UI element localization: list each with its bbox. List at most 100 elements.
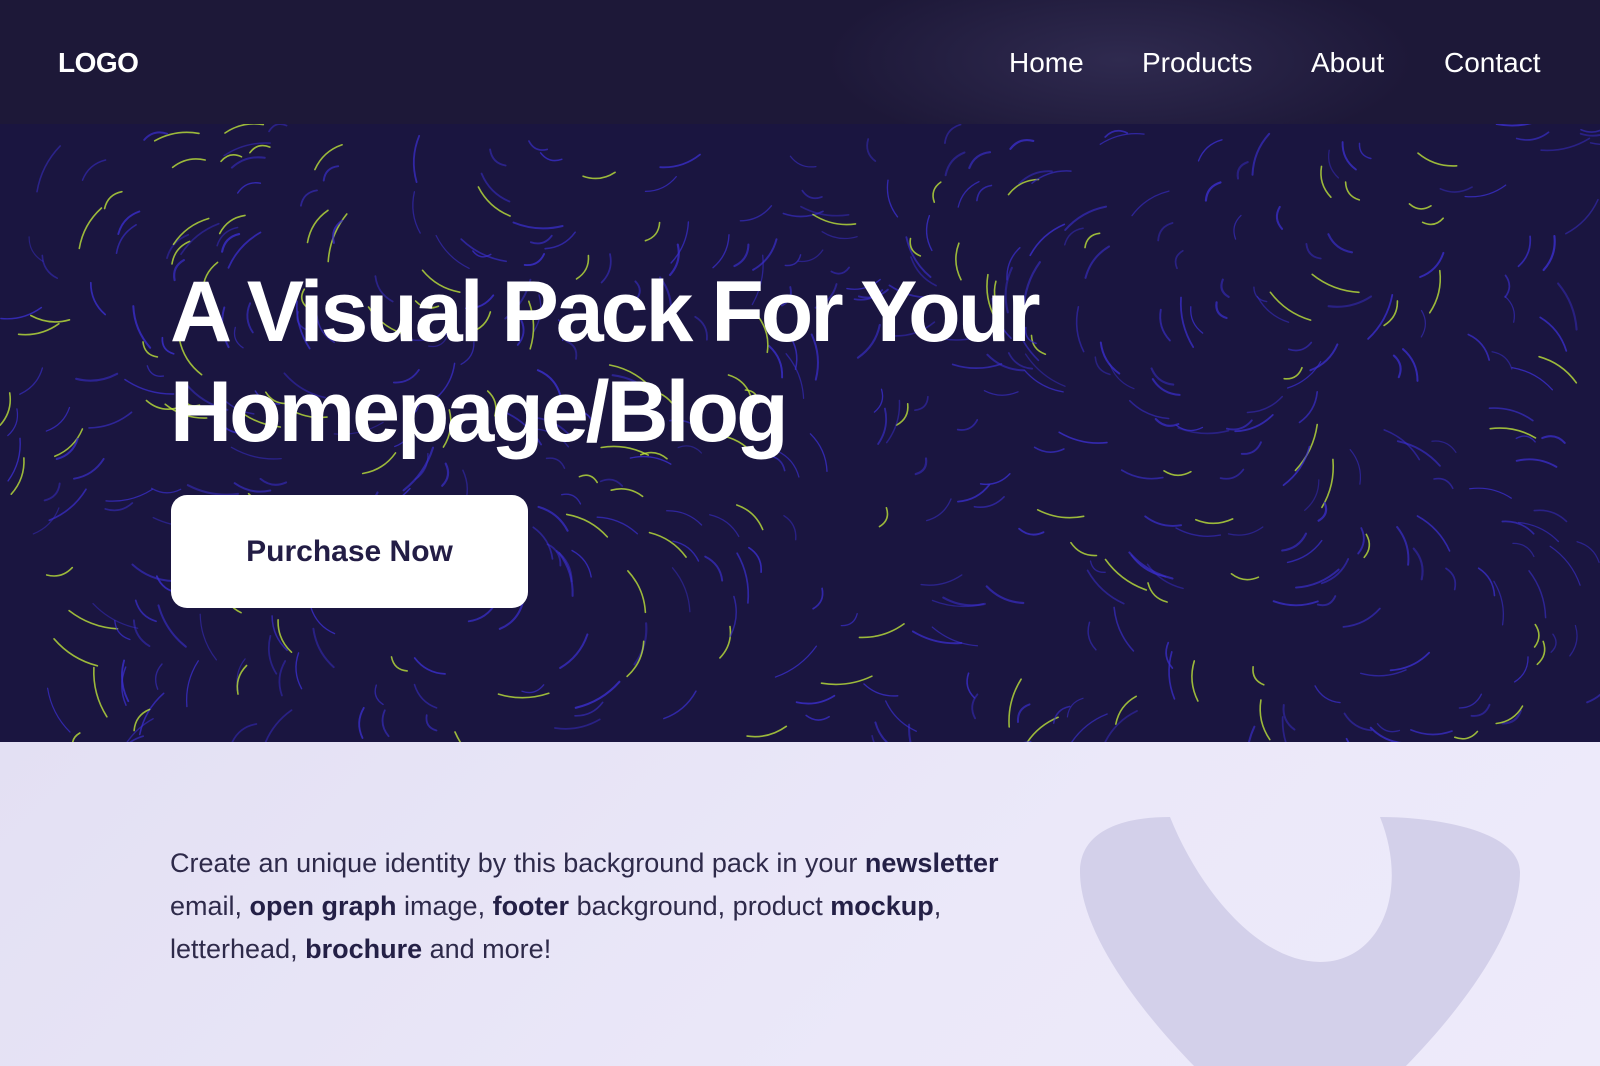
swirl-stroke [268, 124, 288, 133]
swirl-stroke [1275, 205, 1284, 230]
swirl-stroke [812, 587, 824, 610]
purchase-now-button[interactable]: Purchase Now [171, 495, 528, 608]
swirl-stroke [497, 692, 550, 699]
swirl-stroke [230, 156, 266, 169]
nav-products-link[interactable]: Products [1142, 45, 1253, 81]
swirl-stroke [1071, 713, 1108, 742]
swirl-stroke [1151, 378, 1181, 396]
swirl-stroke [801, 189, 823, 200]
swirl-stroke [132, 619, 151, 648]
swirl-stroke [78, 207, 103, 250]
swirl-stroke [460, 238, 508, 263]
swirl-stroke [736, 504, 764, 531]
hero-title: A Visual Pack For Your Homepage/Blog [170, 262, 1070, 462]
swirl-stroke [1343, 712, 1373, 732]
swirl-stroke [840, 613, 858, 627]
swirl-stroke [789, 155, 817, 168]
swirl-stroke [1179, 296, 1195, 348]
swirl-stroke [1327, 295, 1373, 308]
swirl-stroke [1344, 181, 1361, 201]
swirl-stroke [1439, 186, 1473, 193]
swirl-stroke [1533, 509, 1568, 523]
swirl-stroke [28, 236, 44, 262]
swirl-stroke [19, 367, 44, 395]
swirl-stroke [537, 505, 569, 532]
swirl-stroke [153, 131, 200, 142]
swirl-stroke [1233, 214, 1242, 240]
swirl-stroke [561, 493, 582, 505]
swirl-stroke [88, 411, 133, 429]
swirl-stroke [795, 694, 836, 705]
swirl-stroke [1467, 333, 1491, 361]
swirl-stroke [1477, 567, 1496, 597]
swirl-stroke [1431, 440, 1457, 453]
swirl-stroke [1248, 725, 1256, 742]
swirl-stroke [1501, 520, 1535, 535]
swirl-stroke [820, 675, 873, 686]
swirl-stroke [1341, 141, 1357, 171]
swirl-stroke [278, 660, 287, 697]
swirl-stroke [134, 599, 157, 623]
swirl-stroke [920, 574, 963, 586]
swirl-stroke [973, 496, 1005, 508]
swirl-stroke [736, 552, 750, 604]
swirl-stroke [124, 378, 175, 395]
swirl-stroke [30, 314, 71, 323]
swirl-stroke [1154, 417, 1180, 427]
swirl-stroke [532, 526, 554, 560]
nav-home-link[interactable]: Home [1009, 45, 1084, 81]
swirl-stroke [1219, 468, 1245, 480]
swirl-stroke [1298, 391, 1319, 424]
swirl-stroke [131, 563, 175, 583]
swirl-stroke [866, 138, 877, 162]
swirl-stroke [1428, 269, 1442, 314]
swirl-stroke [1281, 532, 1308, 552]
swirl-stroke [1504, 295, 1515, 323]
swirl-stroke [89, 281, 107, 316]
swirl-stroke [932, 181, 942, 203]
swirl-stroke [46, 687, 71, 733]
swirl-stroke [944, 124, 962, 144]
swirl-stroke [180, 222, 220, 256]
swirl-stroke [1070, 541, 1098, 557]
swirl-stroke [1321, 458, 1335, 509]
swirl-stroke [171, 158, 206, 169]
swirl-stroke [1294, 423, 1318, 472]
swirl-stroke [1175, 527, 1222, 537]
swirl-stroke [544, 231, 576, 250]
swirl-stroke [1417, 152, 1458, 167]
swirl-stroke [1147, 582, 1168, 603]
swirl-stroke [236, 182, 262, 194]
swirl-stroke [1016, 703, 1031, 724]
swirl-stroke [1104, 710, 1138, 742]
swirl-stroke [1286, 361, 1322, 389]
swirl-stroke [1540, 137, 1591, 152]
swirl-stroke [71, 732, 81, 742]
swirl-stroke [648, 531, 687, 558]
swirl-stroke [1458, 693, 1483, 709]
swirl-stroke [1159, 308, 1171, 342]
swirl-stroke [1493, 580, 1505, 626]
nav-about-link[interactable]: About [1311, 45, 1384, 81]
swirl-stroke [157, 604, 187, 648]
swirl-stroke [885, 700, 917, 732]
swirl-stroke [1246, 395, 1283, 414]
swirl-stroke [863, 683, 899, 697]
hero-section: A Visual Pack For Your Homepage/Blog Pur… [0, 124, 1600, 742]
description-text: Create an unique identity by this backgr… [170, 842, 1030, 971]
swirl-stroke [1511, 366, 1554, 391]
nav-contact-link[interactable]: Contact [1444, 45, 1541, 81]
swirl-stroke [644, 175, 677, 193]
swirl-stroke [1327, 233, 1354, 254]
swirl-stroke [1342, 607, 1381, 628]
desc-bold-footer: footer [492, 891, 570, 921]
swirl-stroke [221, 233, 241, 253]
desc-bold-newsletter: newsletter [864, 848, 999, 878]
swirl-stroke [41, 254, 59, 280]
swirl-stroke [571, 549, 592, 578]
description-section: Create an unique identity by this backgr… [0, 742, 1600, 1066]
swirl-stroke [1420, 309, 1427, 338]
swirl-stroke [1087, 621, 1097, 651]
swirl-stroke [1433, 477, 1454, 490]
swirl-stroke [1557, 282, 1578, 331]
